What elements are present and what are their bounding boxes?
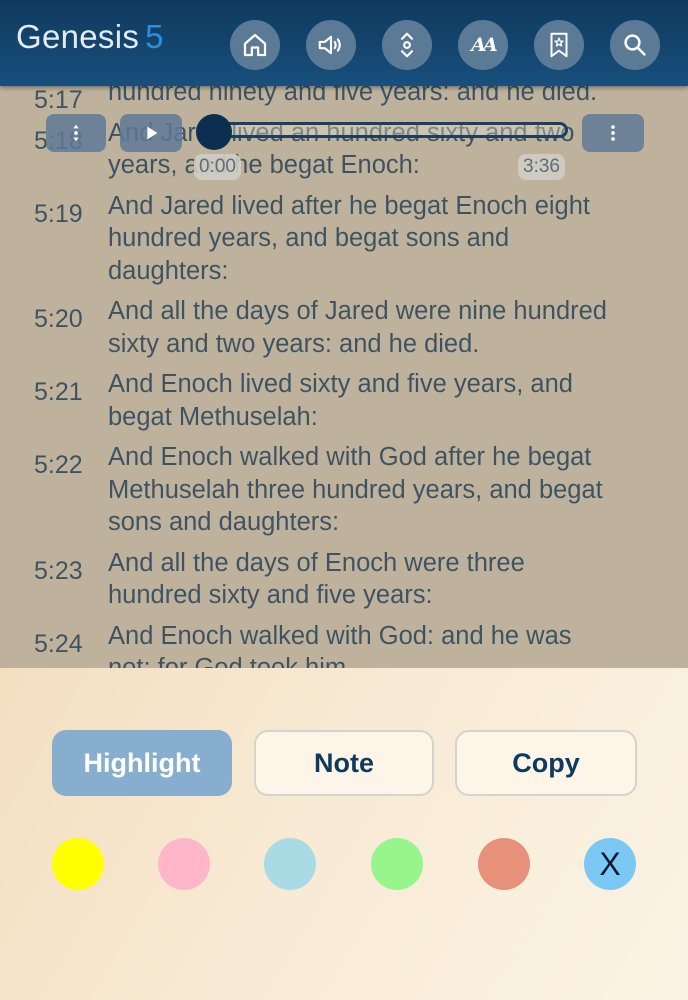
copy-button[interactable]: Copy [455, 730, 637, 796]
scroll-arrows-icon [400, 32, 414, 58]
color-swatch-green[interactable] [371, 838, 423, 890]
verse-line: Methuselah three hundred years, and bega… [108, 475, 603, 504]
verse-line: not; for God took him. [108, 654, 354, 668]
verse-line: And all the days of Jared were nine hund… [108, 297, 607, 325]
play-icon [147, 126, 158, 140]
verse-number: 5:20 [34, 305, 83, 333]
verse-text: And all the days of Enoch were three hund… [108, 547, 668, 612]
page-title[interactable]: Genesis 5 [16, 18, 164, 56]
note-button[interactable]: Note [254, 730, 434, 796]
verse-line: daughters: [108, 256, 229, 285]
verse-text: And Enoch walked with God: and he was not… [108, 620, 668, 669]
highlight-button[interactable]: Highlight [52, 730, 232, 796]
search-button[interactable] [610, 20, 660, 70]
verse-line: And all the days of Enoch were three [108, 548, 525, 577]
bookmark-icon [550, 32, 568, 58]
bookmark-button[interactable] [534, 20, 584, 70]
player-reorder-button[interactable] [46, 114, 106, 152]
seek-bar[interactable] [210, 122, 568, 138]
search-icon [624, 34, 646, 56]
verse-text: And Enoch walked with God after he begat… [108, 441, 668, 539]
auto-scroll-button[interactable] [382, 20, 432, 70]
more-vertical-icon [611, 125, 615, 141]
verse-line: And Enoch lived sixty and five years, an… [108, 370, 573, 398]
verse-text: And Jared lived after he begat Enoch eig… [108, 190, 668, 288]
color-swatch-pink[interactable] [158, 838, 210, 890]
verse-line: And Enoch walked with God after he begat [108, 443, 592, 471]
font-size-button[interactable]: AA [458, 20, 508, 70]
play-button[interactable] [120, 114, 182, 152]
verse-text: And Enoch lived sixty and five years, an… [108, 368, 668, 433]
drag-handle-icon [73, 124, 79, 142]
verse-number: 5:21 [34, 378, 83, 406]
elapsed-time: 0:00 [194, 154, 241, 180]
verse-number: 5:22 [34, 451, 83, 479]
verse-action-panel: Highlight Note Copy X [0, 668, 688, 1000]
player-menu-button[interactable] [582, 114, 644, 152]
total-duration: 3:36 [518, 154, 565, 180]
color-swatch-yellow[interactable] [52, 838, 104, 890]
verse-number: 5:24 [34, 629, 83, 658]
verse-line: sons and daughters: [108, 508, 340, 536]
verse-line: sixty and two years: and he died. [108, 329, 480, 358]
verse-text: And all the days of Jared were nine hund… [108, 295, 668, 360]
verse-line: And Enoch walked with God: and he was [108, 621, 572, 650]
speaker-icon [318, 35, 341, 55]
verse-line: hundred sixty and five years: [108, 581, 433, 609]
audio-button[interactable] [306, 20, 356, 70]
book-name: Genesis [16, 18, 140, 55]
home-button[interactable] [230, 20, 280, 70]
verse-number: 5:23 [34, 556, 83, 585]
clear-highlight-button[interactable]: X [584, 838, 636, 890]
audio-player: 0:00 3:36 [0, 86, 688, 196]
verse-line: hundred years, and begat sons and [108, 224, 510, 252]
verse-number: 5:19 [34, 199, 83, 228]
font-size-icon: AA [471, 34, 498, 56]
seek-thumb[interactable] [196, 114, 232, 150]
home-icon [243, 33, 267, 57]
verse-line: begat Methuselah: [108, 402, 318, 431]
chapter-number: 5 [145, 18, 164, 55]
color-swatch-light-blue[interactable] [264, 838, 316, 890]
top-app-bar: Genesis 5 AA [0, 0, 688, 86]
color-swatch-salmon[interactable] [478, 838, 530, 890]
